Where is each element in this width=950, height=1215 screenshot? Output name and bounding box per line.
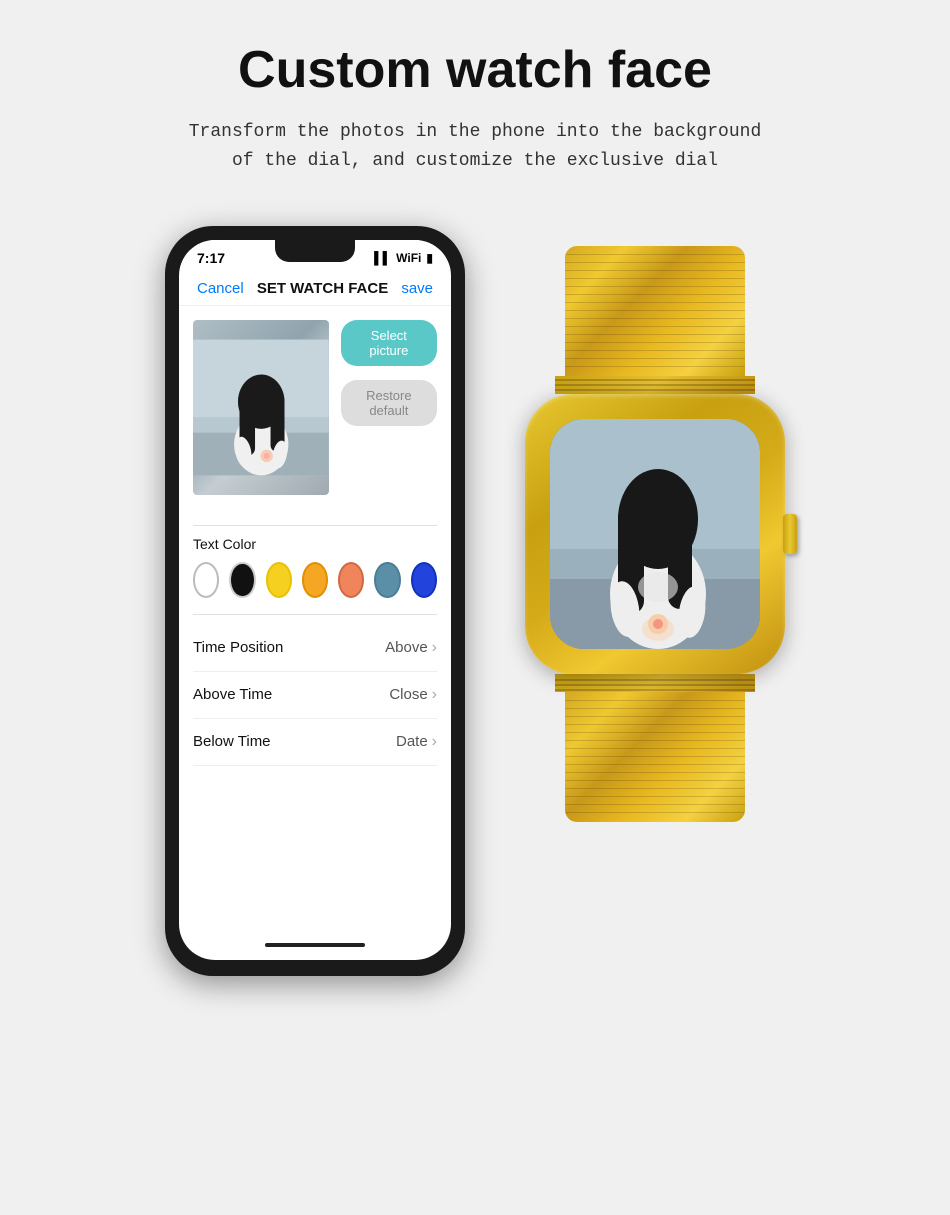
phone-status-icons: ▌▌ WiFi ▮ xyxy=(374,251,433,265)
watch-screen-photo xyxy=(550,419,760,649)
text-color-label: Text Color xyxy=(193,536,437,552)
divider-2 xyxy=(193,614,437,615)
time-position-row[interactable]: Time Position Above › xyxy=(193,625,437,672)
mesh-line xyxy=(565,342,745,343)
select-picture-button[interactable]: Select picture xyxy=(341,320,437,366)
preview-person-svg xyxy=(193,320,329,495)
app-header-title: SET WATCH FACE xyxy=(257,280,388,297)
connector-detail xyxy=(555,684,755,686)
swatch-salmon[interactable] xyxy=(338,562,364,598)
mesh-line xyxy=(565,358,745,359)
cancel-button[interactable]: Cancel xyxy=(197,280,244,297)
connector-detail xyxy=(555,679,755,681)
above-time-row[interactable]: Above Time Close › xyxy=(193,672,437,719)
mesh-line xyxy=(565,294,745,295)
phone-device: 7:17 ▌▌ WiFi ▮ Cancel SET WATCH FACE sav… xyxy=(165,226,465,976)
phone-app-header: Cancel SET WATCH FACE save xyxy=(179,272,451,306)
below-time-label: Below Time xyxy=(193,733,271,750)
preview-row: Select picture Restore default xyxy=(193,320,437,509)
mesh-line xyxy=(565,254,745,255)
page-title: Custom watch face xyxy=(238,40,712,100)
band-mesh-bottom xyxy=(565,692,745,822)
above-time-label: Above Time xyxy=(193,686,272,703)
home-indicator xyxy=(265,943,365,947)
chevron-icon-2: › xyxy=(432,686,437,704)
watch-band-bottom xyxy=(565,692,745,822)
mesh-line xyxy=(565,318,745,319)
below-time-value: Date › xyxy=(396,733,437,751)
page-subtitle: Transform the photos in the phone into t… xyxy=(189,118,762,176)
mesh-line xyxy=(565,262,745,263)
watch-body xyxy=(525,394,785,674)
phone-clock: 7:17 xyxy=(197,250,225,266)
above-time-value: Close › xyxy=(389,686,437,704)
connector-detail xyxy=(555,389,755,391)
swatch-orange[interactable] xyxy=(302,562,328,598)
phone-notch xyxy=(275,240,355,262)
devices-row: 7:17 ▌▌ WiFi ▮ Cancel SET WATCH FACE sav… xyxy=(20,226,930,976)
watch-screen xyxy=(550,419,760,649)
phone-screen: 7:17 ▌▌ WiFi ▮ Cancel SET WATCH FACE sav… xyxy=(179,240,451,960)
divider-1 xyxy=(193,525,437,526)
chevron-icon-3: › xyxy=(432,733,437,751)
mesh-line xyxy=(565,302,745,303)
mesh-line xyxy=(565,350,745,351)
swatch-white[interactable] xyxy=(193,562,219,598)
connector-detail xyxy=(555,379,755,381)
watch-crown xyxy=(783,514,797,554)
watch-person-svg xyxy=(550,419,760,649)
swatch-teal[interactable] xyxy=(374,562,400,598)
mesh-line xyxy=(565,310,745,311)
below-time-row[interactable]: Below Time Date › xyxy=(193,719,437,766)
color-swatches xyxy=(193,562,437,598)
time-position-label: Time Position xyxy=(193,639,283,656)
mesh-line xyxy=(565,278,745,279)
band-connector-top xyxy=(555,376,755,394)
phone-home-bar xyxy=(179,936,451,960)
band-mesh-top xyxy=(565,246,745,376)
mesh-line xyxy=(565,270,745,271)
watch-face-preview xyxy=(193,320,329,495)
swatch-yellow[interactable] xyxy=(266,562,292,598)
phone-content-area: Select picture Restore default Text Colo… xyxy=(179,306,451,936)
mesh-line xyxy=(565,326,745,327)
mesh-line xyxy=(565,334,745,335)
swatch-black[interactable] xyxy=(229,562,255,598)
smartwatch-device xyxy=(525,246,785,822)
connector-detail xyxy=(555,384,755,386)
connector-detail xyxy=(555,689,755,691)
time-position-value: Above › xyxy=(385,639,437,657)
mesh-line xyxy=(565,366,745,367)
buttons-column: Select picture Restore default xyxy=(341,320,437,426)
save-button[interactable]: save xyxy=(401,280,433,297)
restore-default-button[interactable]: Restore default xyxy=(341,380,437,426)
chevron-icon-1: › xyxy=(432,639,437,657)
watch-band-top xyxy=(565,246,745,376)
band-connector-bottom xyxy=(555,674,755,692)
mesh-line xyxy=(565,286,745,287)
swatch-blue[interactable] xyxy=(411,562,437,598)
